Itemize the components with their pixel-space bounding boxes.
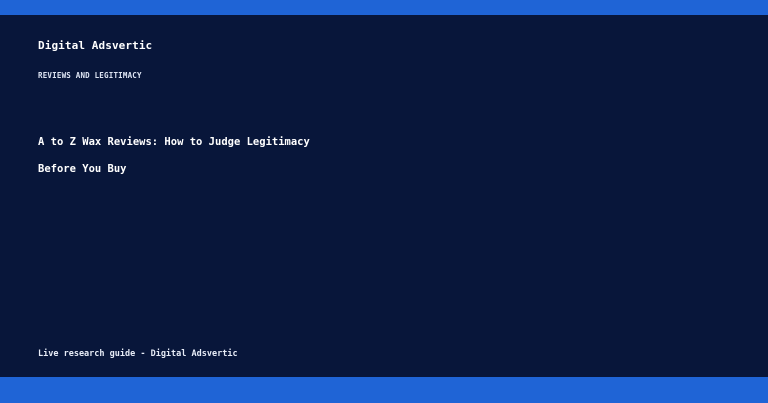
bottom-accent-bar bbox=[0, 377, 768, 403]
top-accent-bar bbox=[0, 0, 768, 15]
section-kicker: REVIEWS AND LEGITIMACY bbox=[38, 71, 142, 80]
brand-name: Digital Adsvertic bbox=[38, 39, 153, 52]
page: Digital Adsvertic REVIEWS AND LEGITIMACY… bbox=[0, 0, 768, 403]
footer-caption: Live research guide - Digital Adsvertic bbox=[38, 349, 238, 359]
article-title-line: Before You Buy bbox=[38, 163, 127, 175]
article-title-line: A to Z Wax Reviews: How to Judge Legitim… bbox=[38, 136, 310, 148]
article-title: A to Z Wax Reviews: How to Judge Legitim… bbox=[38, 129, 358, 183]
